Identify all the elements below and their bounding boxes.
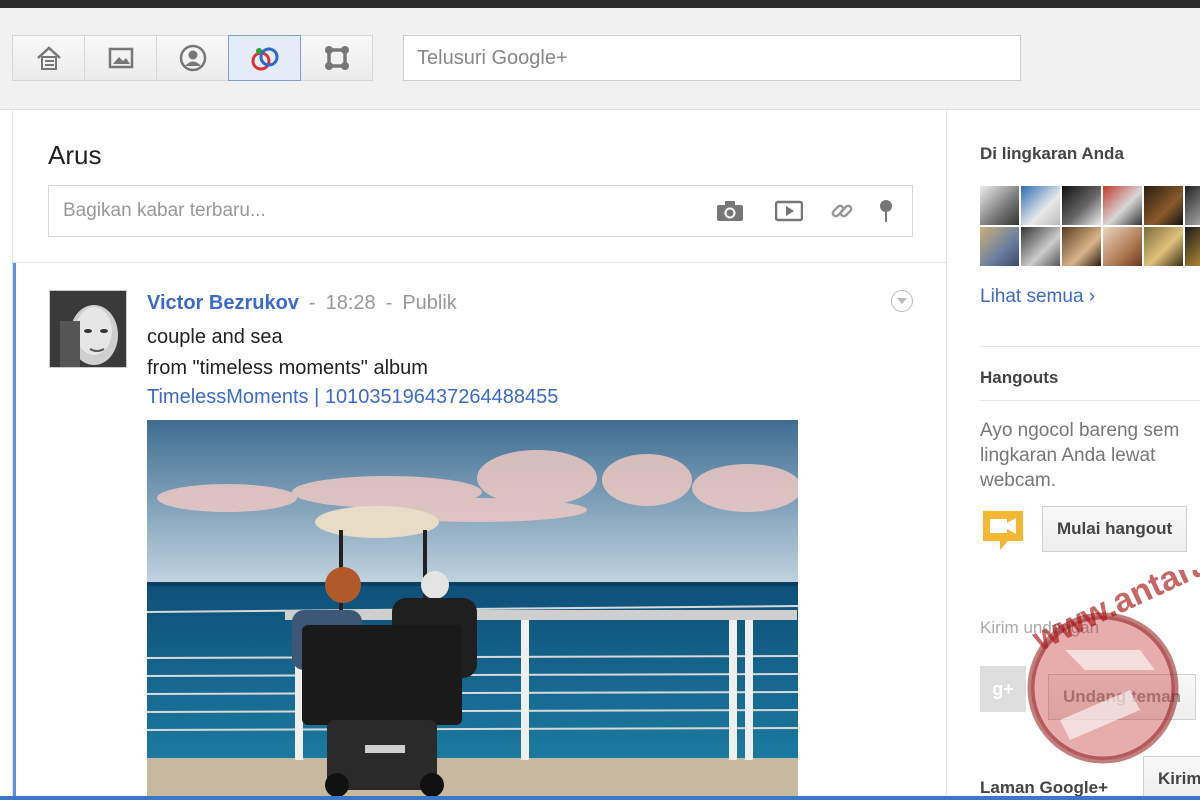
post-link[interactable]: TimelessMoments | 101035196437264488455 — [147, 386, 558, 409]
circle-avatar[interactable] — [1062, 186, 1101, 225]
circles-icon — [248, 43, 282, 73]
photos-icon — [106, 43, 136, 73]
games-button[interactable] — [300, 35, 373, 81]
profile-icon — [178, 43, 208, 73]
circle-avatars-grid — [980, 186, 1200, 268]
hangouts-description: Ayo ngocol bareng sem lingkaran Anda lew… — [980, 420, 1180, 491]
circle-avatar[interactable] — [1185, 186, 1200, 225]
location-icon[interactable] — [871, 198, 901, 224]
post-photo[interactable] — [147, 420, 798, 800]
stream-panel: Arus Bagikan kabar terbaru... Victor Bez… — [12, 110, 947, 800]
send-button[interactable]: Kirim — [1143, 756, 1200, 800]
page-title: Arus — [48, 140, 102, 170]
camera-icon[interactable] — [715, 198, 745, 224]
top-toolbar: Telusuri Google+ — [0, 8, 1200, 110]
gplus-icon: g+ — [980, 666, 1026, 712]
video-icon[interactable] — [774, 198, 804, 224]
see-all-link[interactable]: Lihat semua › — [980, 286, 1095, 308]
google-pages-title: Laman Google+ — [980, 778, 1108, 797]
circle-avatar[interactable] — [1103, 227, 1142, 266]
hangout-camera-icon — [980, 508, 1026, 554]
selected-post-indicator — [13, 263, 16, 800]
circles-section-title: Di lingkaran Anda — [980, 144, 1124, 163]
circle-avatar[interactable] — [1062, 227, 1101, 266]
circles-button[interactable] — [228, 35, 301, 81]
circle-avatar[interactable] — [1144, 227, 1183, 266]
hangouts-title: Hangouts — [980, 368, 1059, 387]
circle-avatar[interactable] — [1021, 186, 1060, 225]
circle-avatar[interactable] — [1144, 186, 1183, 225]
section-divider — [13, 262, 946, 263]
window-top-border — [0, 0, 1200, 8]
bottom-edge-bar — [0, 796, 1200, 800]
invite-title: Kirim undangan — [980, 618, 1100, 637]
post-text-line2: from "timeless moments" album — [147, 357, 428, 379]
nav-button-group — [12, 35, 373, 81]
circle-avatar[interactable] — [1185, 227, 1200, 266]
circle-avatar[interactable] — [980, 186, 1019, 225]
search-input[interactable]: Telusuri Google+ — [403, 35, 1021, 81]
post-time[interactable]: 18:28 — [326, 292, 376, 314]
post-visibility[interactable]: Publik — [402, 292, 456, 314]
start-hangout-button[interactable]: Mulai hangout — [1042, 506, 1188, 552]
share-placeholder: Bagikan kabar terbaru... — [63, 200, 266, 221]
games-icon — [322, 43, 352, 73]
right-sidebar: Di lingkaran Anda Lihat semua › Hangouts… — [948, 110, 1200, 800]
post-menu-button[interactable] — [891, 290, 913, 312]
sidebar-divider — [980, 346, 1200, 347]
chevron-down-icon — [896, 292, 908, 310]
circle-avatar[interactable] — [1103, 186, 1142, 225]
post-text-line1: couple and sea — [147, 326, 283, 348]
invite-friends-button[interactable]: Undang teman — [1048, 674, 1197, 720]
link-icon[interactable] — [827, 198, 857, 224]
sidebar-divider — [980, 400, 1200, 401]
circle-avatar[interactable] — [980, 227, 1019, 266]
photos-button[interactable] — [84, 35, 157, 81]
profile-button[interactable] — [156, 35, 229, 81]
share-box[interactable]: Bagikan kabar terbaru... — [48, 185, 913, 237]
author-avatar[interactable] — [49, 290, 127, 368]
home-icon — [34, 43, 64, 73]
home-button[interactable] — [12, 35, 85, 81]
post-header: Victor Bezrukov -18:28- Publik — [147, 292, 457, 314]
circle-avatar[interactable] — [1021, 227, 1060, 266]
post-author[interactable]: Victor Bezrukov — [147, 292, 299, 314]
